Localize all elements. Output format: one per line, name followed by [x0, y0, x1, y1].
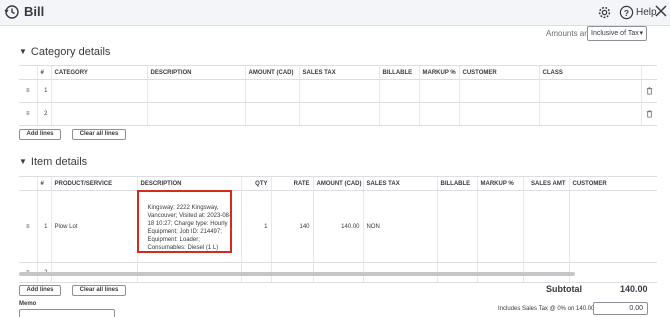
sales-tax-label: Includes Sales Tax @ 0% on 140.00	[498, 306, 595, 312]
description-highlight-box	[137, 190, 232, 253]
sales-tax-cell[interactable]	[298, 102, 379, 126]
collapse-triangle-icon: ▼	[19, 47, 27, 56]
item-details-header[interactable]: ▼ Item details	[19, 156, 87, 168]
col-rate: RATE	[270, 176, 313, 191]
col-customer: CUSTOMER	[568, 176, 657, 191]
memo-label: Memo	[19, 301, 37, 307]
col-product-service: PRODUCT/SERVICE	[50, 176, 137, 191]
sales-tax-input[interactable]: 0.00	[593, 302, 648, 315]
close-icon[interactable]	[654, 4, 668, 18]
delete-row-button[interactable]	[640, 102, 657, 126]
description-cell[interactable]	[146, 79, 245, 103]
amount-cell[interactable]: 140.00	[312, 190, 363, 263]
drag-handle-icon[interactable]: ≡	[19, 79, 37, 103]
col-qty: QTY	[240, 176, 271, 191]
col-billable: BILLABLE	[378, 65, 419, 80]
col-markup: MARKUP %	[418, 65, 459, 80]
description-cell[interactable]	[146, 102, 245, 126]
category-cell[interactable]	[50, 79, 147, 103]
trash-column-header	[640, 65, 657, 80]
class-cell[interactable]	[538, 102, 641, 126]
delete-row-button[interactable]	[640, 79, 657, 103]
row-number: 2	[36, 102, 51, 126]
col-class: CLASS	[538, 65, 641, 80]
sales-tax-cell[interactable]	[298, 79, 379, 103]
memo-input[interactable]	[19, 309, 115, 317]
markup-cell[interactable]	[418, 79, 459, 103]
collapse-triangle-icon: ▼	[19, 157, 27, 166]
col-sales-tax: SALES TAX	[298, 65, 379, 80]
category-details-header[interactable]: ▼ Category details	[19, 46, 110, 58]
col-sales-tax: SALES TAX	[362, 176, 437, 191]
col-description: DESCRIPTION	[136, 176, 241, 191]
customer-cell[interactable]	[458, 79, 539, 103]
horizontal-scrollbar[interactable]	[19, 272, 575, 276]
product-service-cell[interactable]: Plow Lot	[50, 190, 137, 263]
category-add-lines-button[interactable]: Add lines	[19, 129, 61, 140]
history-icon[interactable]	[4, 4, 20, 20]
col-description: DESCRIPTION	[146, 65, 245, 80]
table-row[interactable]: ≡ 2	[19, 102, 657, 126]
col-sales-amt: SALES AMT	[522, 176, 569, 191]
class-cell[interactable]	[538, 79, 641, 103]
item-details-table: # PRODUCT/SERVICE DESCRIPTION QTY RATE A…	[19, 176, 657, 283]
item-header-row: # PRODUCT/SERVICE DESCRIPTION QTY RATE A…	[19, 176, 657, 191]
item-add-lines-button[interactable]: Add lines	[19, 285, 61, 296]
category-header-row: # CATEGORY DESCRIPTION AMOUNT (CAD) SALE…	[19, 65, 657, 80]
drag-handle-icon[interactable]: ≡	[19, 190, 37, 263]
billable-cell[interactable]	[378, 79, 419, 103]
trash-icon	[646, 109, 652, 118]
chevron-down-icon: ▾	[639, 30, 643, 37]
subtotal-label: Subtotal	[546, 284, 582, 294]
page-title: Bill	[24, 4, 45, 19]
row-number: 1	[36, 190, 51, 263]
rate-cell[interactable]: 140	[270, 190, 313, 263]
col-number: #	[36, 65, 51, 80]
drag-handle-icon[interactable]: ≡	[19, 102, 37, 126]
svg-text:?: ?	[624, 8, 629, 18]
table-row[interactable]: ≡ 1 Plow Lot Kingsway; 2222 Kingsway, Va…	[19, 190, 657, 263]
item-details-title: Item details	[30, 156, 88, 168]
col-category: CATEGORY	[50, 65, 147, 80]
billable-cell[interactable]	[378, 102, 419, 126]
sales-tax-cell[interactable]: NON	[362, 190, 437, 263]
drag-column-header	[19, 65, 37, 80]
amount-cell[interactable]	[244, 102, 299, 126]
row-number: 1	[36, 79, 51, 103]
markup-cell[interactable]	[418, 102, 459, 126]
col-amount: AMOUNT (CAD)	[244, 65, 299, 80]
sales-amt-cell[interactable]	[522, 190, 569, 263]
col-markup: MARKUP %	[476, 176, 523, 191]
customer-cell[interactable]	[458, 102, 539, 126]
col-number: #	[36, 176, 51, 191]
qty-cell[interactable]: 1	[240, 190, 271, 263]
col-billable: BILLABLE	[436, 176, 477, 191]
customer-cell[interactable]	[568, 262, 657, 283]
top-bar: Bill ? Help	[0, 0, 670, 26]
item-clear-lines-button[interactable]: Clear all lines	[72, 285, 126, 296]
gear-icon[interactable]	[597, 5, 612, 20]
amounts-are-select[interactable]: Inclusive of Tax ▾	[587, 26, 647, 41]
category-clear-lines-button[interactable]: Clear all lines	[72, 129, 126, 140]
customer-cell[interactable]	[568, 190, 657, 263]
category-details-title: Category details	[30, 46, 111, 58]
col-customer: CUSTOMER	[458, 65, 539, 80]
amount-cell[interactable]	[244, 79, 299, 103]
subtotal-value: 140.00	[620, 284, 648, 294]
amounts-are-value: Inclusive of Tax	[591, 30, 639, 37]
amounts-are-label: Amounts are	[546, 29, 592, 38]
help-icon[interactable]: ?	[619, 5, 634, 20]
table-row[interactable]: ≡ 1	[19, 79, 657, 103]
col-amount: AMOUNT (CAD)	[312, 176, 363, 191]
billable-cell[interactable]	[436, 190, 477, 263]
drag-column-header	[19, 176, 37, 191]
category-details-table: # CATEGORY DESCRIPTION AMOUNT (CAD) SALE…	[19, 65, 657, 126]
category-cell[interactable]	[50, 102, 147, 126]
markup-cell[interactable]	[476, 190, 523, 263]
trash-icon	[646, 86, 652, 95]
